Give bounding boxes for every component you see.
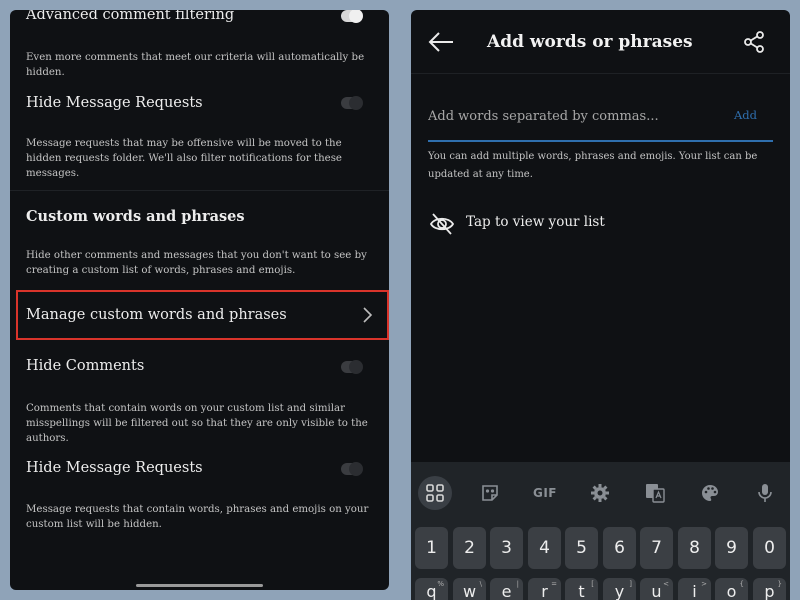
hide-comments-title: Hide Comments [26, 358, 145, 374]
custom-words-desc: Hide other comments and messages that yo… [26, 250, 367, 276]
advanced-filtering-desc: Even more comments that meet our criteri… [26, 52, 365, 78]
hide-message-requests-title: Hide Message Requests [26, 95, 203, 111]
key-u-label: u [651, 582, 662, 600]
key-e-label: e [501, 582, 512, 600]
advanced-filtering-toggle[interactable] [341, 10, 363, 23]
key-t-label: t [578, 582, 585, 600]
add-button[interactable]: Add [734, 108, 757, 122]
gear-icon[interactable] [583, 476, 617, 510]
key-p-label: p [764, 582, 775, 600]
key-r-label: r [541, 582, 548, 600]
screen-title: Add words or phrases [487, 32, 693, 52]
key-r-alt: = [551, 580, 557, 588]
key-q-alt: % [437, 580, 444, 588]
key-1[interactable]: 1 [415, 527, 448, 569]
advanced-filtering-title: Advanced comment filtering [26, 10, 235, 23]
key-y[interactable]: ] y [603, 578, 636, 600]
settings-panel: Advanced comment filtering Even more com… [10, 10, 389, 590]
input-help-text: You can add multiple words, phrases and … [428, 151, 758, 180]
translate-icon[interactable] [638, 476, 672, 510]
chevron-right-icon [361, 306, 373, 328]
hide-message-requests-title-2: Hide Message Requests [26, 460, 203, 476]
key-o[interactable]: {o [715, 578, 748, 600]
key-e-alt: | [516, 580, 519, 588]
key-4[interactable]: 4 [528, 527, 561, 569]
hide-comments-desc: Comments that contain words on your cust… [26, 403, 368, 444]
manage-custom-words-button[interactable]: Manage custom words and phrases [16, 290, 389, 340]
key-p[interactable]: } p [753, 578, 786, 600]
hide-message-requests-desc: Message requests that may be offensive w… [26, 138, 342, 179]
hide-message-requests-toggle[interactable] [341, 96, 363, 110]
key-t[interactable]: [t [565, 578, 598, 600]
key-w-alt: \ [479, 580, 482, 588]
hide-message-requests-toggle-2[interactable] [341, 462, 363, 476]
screen-header: Add words or phrases [411, 10, 790, 74]
key-0[interactable]: 0 [753, 527, 786, 569]
key-i[interactable]: > i [678, 578, 711, 600]
key-y-alt: ] [629, 580, 632, 588]
share-icon[interactable] [742, 30, 766, 58]
words-input-container: Add [428, 98, 773, 142]
key-y-label: y [614, 582, 625, 600]
gif-label: GIF [532, 486, 557, 500]
key-3[interactable]: 3 [490, 527, 523, 569]
key-o-alt: { [739, 580, 744, 588]
palette-icon[interactable] [693, 476, 727, 510]
view-list-label: Tap to view your list [466, 214, 605, 230]
words-input[interactable] [428, 98, 718, 134]
key-6[interactable]: 6 [603, 527, 636, 569]
eye-off-icon [429, 213, 455, 235]
key-u-alt: < [663, 580, 669, 588]
add-words-screen: Add words or phrases Add You can add mul… [411, 10, 790, 600]
key-t-alt: [ [591, 580, 594, 588]
section-divider [10, 190, 389, 191]
key-o-label: o [726, 582, 737, 600]
custom-words-heading: Custom words and phrases [26, 208, 245, 225]
key-w-label: w [462, 582, 477, 600]
gif-button[interactable]: GIF [528, 476, 562, 510]
key-r[interactable]: = r [528, 578, 561, 600]
hide-message-requests-desc-2: Message requests that contain words, phr… [26, 504, 369, 530]
key-w[interactable]: \ w [453, 578, 486, 600]
home-indicator[interactable] [136, 584, 263, 587]
key-5[interactable]: 5 [565, 527, 598, 569]
key-q[interactable]: % q [415, 578, 448, 600]
hide-comments-toggle[interactable] [341, 360, 363, 374]
key-i-alt: > [701, 580, 707, 588]
key-2[interactable]: 2 [453, 527, 486, 569]
key-u[interactable]: < u [640, 578, 673, 600]
on-screen-keyboard: GIF 1 2 3 4 5 6 7 8 9 0 % q \ w | e = r … [411, 462, 790, 600]
microphone-icon[interactable] [748, 476, 782, 510]
key-p-alt: } [777, 580, 782, 588]
view-list-button[interactable]: Tap to view your list [428, 210, 628, 238]
key-q-label: q [426, 582, 437, 600]
key-7[interactable]: 7 [640, 527, 673, 569]
sticker-icon[interactable] [473, 476, 507, 510]
manage-custom-words-label: Manage custom words and phrases [26, 307, 287, 323]
key-8[interactable]: 8 [678, 527, 711, 569]
key-i-label: i [692, 582, 697, 600]
key-9[interactable]: 9 [715, 527, 748, 569]
key-e[interactable]: | e [490, 578, 523, 600]
apps-grid-icon[interactable] [418, 476, 452, 510]
back-arrow-icon[interactable] [427, 30, 455, 58]
